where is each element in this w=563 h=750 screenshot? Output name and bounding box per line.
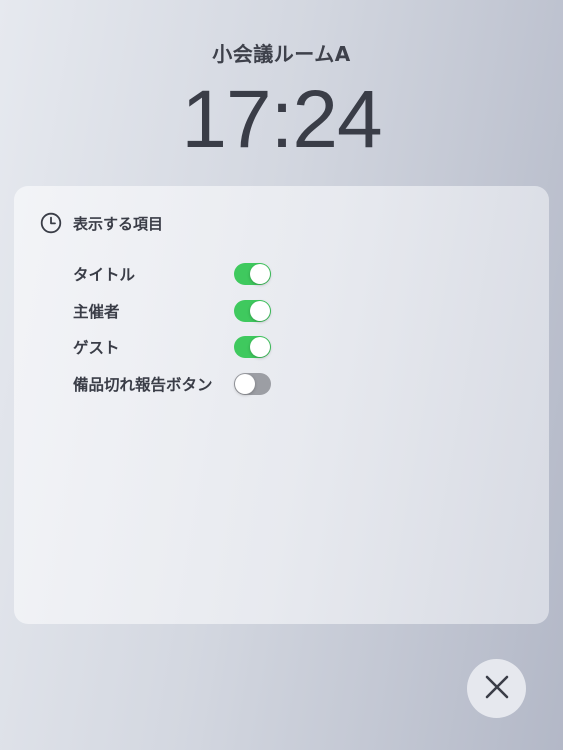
- display-items-panel: 表示する項目 タイトル 主催者 ゲスト 備品切れ報告ボタン: [14, 186, 549, 624]
- option-label: タイトル: [73, 266, 136, 285]
- panel-header: 表示する項目: [40, 212, 163, 234]
- option-row-guest: ゲスト: [73, 329, 313, 366]
- toggle-knob: [250, 337, 270, 358]
- close-icon: [484, 674, 510, 704]
- toggle-guest[interactable]: [234, 336, 271, 359]
- option-row-supply-report-button: 備品切れ報告ボタン: [73, 366, 313, 403]
- toggle-supply-report-button[interactable]: [234, 373, 271, 396]
- option-label: 主催者: [73, 302, 120, 321]
- panel-title: 表示する項目: [73, 214, 164, 233]
- option-row-title: タイトル: [73, 256, 313, 293]
- option-row-organizer: 主催者: [73, 293, 313, 330]
- toggle-knob: [250, 300, 270, 321]
- room-name: 小会議ルームA: [212, 42, 351, 66]
- option-label: ゲスト: [73, 339, 120, 358]
- option-list: タイトル 主催者 ゲスト 備品切れ報告ボタン: [73, 256, 313, 402]
- clock-icon: [40, 212, 62, 234]
- toggle-organizer[interactable]: [234, 299, 271, 322]
- close-button[interactable]: [467, 659, 526, 718]
- option-label: 備品切れ報告ボタン: [73, 376, 213, 395]
- toggle-title[interactable]: [234, 263, 271, 286]
- toggle-knob: [235, 374, 255, 395]
- toggle-knob: [250, 264, 270, 285]
- clock-time: 17:24: [181, 74, 382, 165]
